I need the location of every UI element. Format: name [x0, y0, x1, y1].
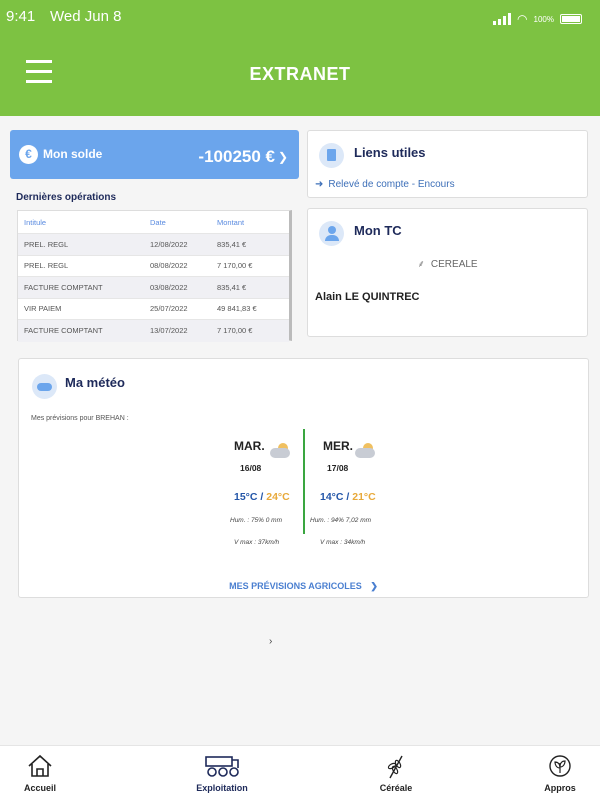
operation-label: PREL. REGL: [24, 239, 69, 249]
arrow-right-icon: ➜: [315, 179, 324, 190]
partly-cloudy-icon: [355, 443, 377, 459]
tractor-icon: [205, 756, 239, 777]
cloud-icon: [32, 374, 57, 399]
euro-icon: €: [19, 145, 38, 164]
operation-date: 08/08/2022: [150, 261, 188, 271]
table-row: PREL. REGL 08/08/2022 7 170,00 €: [18, 256, 289, 277]
technician-title: Mon TC: [354, 223, 402, 238]
signal-icon: [493, 13, 512, 25]
operation-amount: 7 170,00 €: [217, 261, 253, 271]
weather-title: Ma météo: [65, 375, 125, 390]
table-row: PREL. REGL 12/08/2022 835,41 €: [18, 234, 289, 256]
technician-card: Mon TC ⸙ CEREALE Alain LE QUINTREC: [307, 208, 588, 337]
wheat-icon: [387, 755, 403, 779]
column-header: Intitule: [24, 217, 47, 227]
forecast-temps: 14°C / 21°C: [320, 491, 376, 503]
useful-links-card: Liens utiles ➜ Relevé de compte - Encours: [307, 130, 588, 198]
leaf-icon: [549, 755, 571, 777]
operation-amount: 7 170,00 €: [217, 326, 253, 336]
operations-title: Dernières opérations: [16, 192, 117, 203]
forecast-day-name: MER.: [323, 439, 353, 453]
agricultural-forecast-label: MES PRÉVISIONS AGRICOLES: [229, 581, 362, 591]
status-time: 9:41: [6, 8, 36, 25]
balance-card[interactable]: € Mon solde -100250 € ❯: [10, 130, 299, 179]
operation-label: PREL. REGL: [24, 261, 69, 271]
operation-date: 03/08/2022: [150, 282, 188, 292]
agricultural-forecast-link[interactable]: MES PRÉVISIONS AGRICOLES ❯: [19, 581, 588, 592]
tab-appros[interactable]: Appros: [520, 746, 600, 800]
forecast-wind: V max : 37km/h: [234, 539, 280, 546]
operation-label: VIR PAIEM: [24, 304, 62, 314]
forecast-humidity: Hum. : 75% 0 mm: [230, 517, 283, 524]
operation-label: FACTURE COMPTANT: [24, 326, 103, 336]
forecast-date: 17/08: [327, 463, 349, 473]
forecast-date: 16/08: [240, 463, 262, 473]
category-label: CEREALE: [430, 259, 478, 270]
wifi-icon: ◠: [517, 12, 528, 26]
tab-cereale[interactable]: Céréale: [356, 746, 436, 800]
operation-amount: 49 841,83 €: [217, 304, 257, 314]
temp-max: 21°C: [352, 491, 376, 503]
operation-date: 12/08/2022: [150, 239, 188, 249]
column-header: Date: [150, 217, 166, 227]
operation-date: 13/07/2022: [150, 326, 188, 336]
chevron-right-icon: ❯: [277, 150, 288, 164]
forecast-divider: [303, 429, 305, 534]
account-statement-link[interactable]: ➜ Relevé de compte - Encours: [315, 179, 455, 190]
operation-date: 25/07/2022: [150, 304, 188, 314]
weather-subtitle: Mes prévisions pour BREHAN :: [31, 415, 129, 422]
document-icon: [319, 143, 344, 168]
account-statement-label: Relevé de compte - Encours: [328, 179, 455, 190]
user-icon: [319, 221, 344, 246]
page-title: EXTRANET: [249, 64, 351, 84]
chevron-right-icon: ❯: [370, 581, 378, 591]
temp-max: 24°C: [266, 491, 290, 503]
status-bar: 9:41 Wed Jun 8 ◠ 100%: [0, 0, 600, 34]
temp-min: 15°C: [234, 491, 258, 503]
forecast-day-name: MAR.: [234, 439, 265, 453]
tab-label: Céréale: [379, 783, 413, 793]
battery-percent: 100%: [533, 14, 554, 24]
table-row: FACTURE COMPTANT 03/08/2022 835,41 €: [18, 277, 289, 299]
app-header: EXTRANET: [0, 34, 600, 116]
tab-label: Accueil: [23, 783, 56, 793]
status-date: Wed Jun 8: [50, 8, 122, 25]
operation-amount: 835,41 €: [217, 282, 247, 292]
table-row: FACTURE COMPTANT 13/07/2022 7 170,00 €: [18, 320, 289, 342]
wheat-icon: ⸙: [417, 259, 425, 270]
partly-cloudy-icon: [270, 443, 292, 459]
tab-accueil[interactable]: Accueil: [0, 746, 80, 800]
home-icon: [28, 754, 52, 777]
status-icons: ◠ 100%: [493, 12, 582, 26]
balance-amount: -100250 €: [198, 147, 275, 166]
table-row: VIR PAIEM 25/07/2022 49 841,83 €: [18, 299, 289, 320]
operation-amount: 835,41 €: [217, 239, 247, 249]
temp-min: 14°C: [320, 491, 344, 503]
technician-name: Alain LE QUINTREC: [315, 291, 420, 303]
hamburger-icon: [26, 60, 52, 63]
column-header: Montant: [217, 217, 245, 227]
forecast-temps: 15°C / 24°C: [234, 491, 290, 503]
balance-label: Mon solde: [43, 147, 103, 161]
tab-label: Exploitation: [196, 783, 248, 793]
useful-links-title: Liens utiles: [354, 145, 426, 160]
battery-icon: [560, 14, 582, 24]
operations-table[interactable]: Intitule Date Montant PREL. REGL 12/08/2…: [17, 210, 292, 342]
pager-chevron[interactable]: ›: [269, 636, 272, 647]
tab-exploitation[interactable]: Exploitation: [182, 746, 262, 800]
weather-card: Ma météo Mes prévisions pour BREHAN : MA…: [18, 358, 589, 598]
table-header: Intitule Date Montant: [18, 211, 289, 234]
forecast-wind: V max : 34km/h: [320, 539, 366, 546]
tab-label: Appros: [544, 783, 576, 793]
technician-category: ⸙ CEREALE: [308, 256, 587, 270]
operation-label: FACTURE COMPTANT: [24, 282, 103, 292]
bottom-tab-bar: Accueil Exploitation Céréale Appros: [0, 745, 600, 800]
forecast-humidity: Hum. : 94% 7,02 mm: [310, 517, 372, 524]
